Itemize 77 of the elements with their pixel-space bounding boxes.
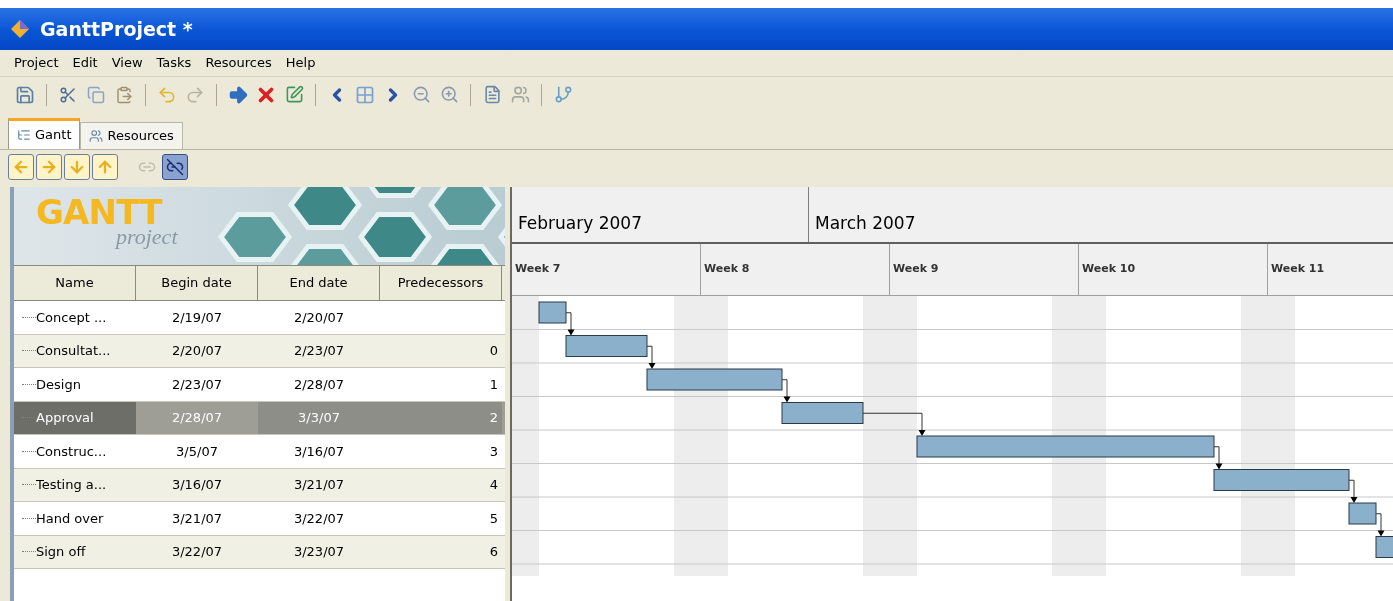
table-row[interactable]: Sign off 3/22/07 3/23/07 6 — [14, 535, 505, 569]
begin-date: 2/28/07 — [171, 409, 223, 427]
table-row[interactable]: Testing a... 3/16/07 3/21/07 4 — [14, 468, 505, 502]
end-date: 3/21/07 — [293, 476, 345, 494]
arrow-down-icon — [68, 158, 86, 176]
tree-icon — [17, 128, 31, 142]
column-header[interactable]: End date — [258, 266, 380, 300]
column-header[interactable]: Predecessors — [380, 266, 502, 300]
task-bar[interactable] — [781, 402, 864, 424]
move-up-button[interactable] — [92, 154, 118, 180]
outdent-button[interactable] — [8, 154, 34, 180]
dependency-arrow — [1375, 513, 1385, 537]
dependency-arrow — [565, 312, 575, 336]
week-label: Week 8 — [701, 244, 890, 295]
task-name: Design — [36, 375, 81, 394]
begin-date: 3/5/07 — [176, 442, 218, 461]
window-title: GanttProject * — [40, 16, 193, 42]
week-label: Week 11 — [1268, 244, 1393, 295]
predecessor-index: 4 — [489, 476, 498, 494]
column-header[interactable]: Name — [14, 266, 136, 300]
arrow-right-icon — [40, 158, 58, 176]
dependency-arrow — [781, 379, 791, 403]
tab[interactable]: Gantt — [8, 118, 81, 149]
indent-button[interactable] — [36, 154, 62, 180]
end-date: 3/16/07 — [293, 442, 345, 461]
task-name: Hand over — [36, 509, 104, 528]
begin-date: 2/23/07 — [171, 375, 223, 394]
end-date: 3/22/07 — [293, 509, 345, 528]
task-name: Concept ... — [36, 308, 107, 327]
task-name: Testing a... — [36, 476, 107, 494]
end-date: 2/23/07 — [293, 342, 345, 360]
menu-item[interactable]: Help — [279, 53, 322, 73]
unlink-icon — [166, 158, 184, 176]
dependency-arrow — [1213, 446, 1223, 470]
menu-item[interactable]: View — [105, 53, 149, 73]
task-bar[interactable] — [565, 335, 648, 357]
unlink-button[interactable] — [162, 154, 188, 180]
begin-date: 3/21/07 — [171, 509, 223, 528]
dependency-arrow — [862, 412, 926, 436]
predecessor-index: 5 — [489, 509, 498, 528]
week-label: Week 10 — [1079, 244, 1268, 295]
column-header[interactable]: Begin date — [136, 266, 258, 300]
predecessor-index: 1 — [489, 375, 498, 394]
people-icon — [89, 129, 104, 143]
week-label: Week 7 — [512, 244, 701, 295]
week-label: Week 9 — [890, 244, 1079, 295]
task-name: Consultat... — [36, 342, 111, 360]
month-label: March 2007 — [809, 187, 1393, 242]
month-label: February 2007 — [512, 187, 809, 242]
predecessor-index: 2 — [489, 409, 498, 427]
begin-date: 3/16/07 — [171, 476, 223, 494]
predecessor-index: 3 — [489, 442, 498, 461]
end-date: 3/23/07 — [293, 543, 345, 561]
move-down-button[interactable] — [64, 154, 90, 180]
task-bar[interactable] — [1375, 536, 1393, 558]
menu-item[interactable]: Resources — [199, 53, 278, 73]
task-name: Construc... — [36, 442, 107, 461]
predecessor-index: 0 — [489, 342, 498, 360]
tab[interactable]: Resources — [80, 122, 183, 149]
predecessor-index: 6 — [489, 543, 498, 561]
begin-date: 2/20/07 — [171, 342, 223, 360]
begin-date: 2/19/07 — [171, 308, 223, 327]
task-name: Sign off — [36, 543, 86, 561]
menu-item[interactable]: Edit — [66, 53, 104, 73]
end-date: 2/20/07 — [293, 308, 345, 327]
begin-date: 3/22/07 — [171, 543, 223, 561]
table-row[interactable]: Approval 2/28/07 3/3/07 2 — [14, 401, 505, 435]
task-name: Approval — [36, 409, 94, 427]
dependency-arrow — [1348, 479, 1358, 503]
end-date: 2/28/07 — [293, 375, 345, 394]
hexagon-pattern-icon — [215, 187, 505, 265]
table-row[interactable]: Consultat... 2/20/07 2/23/07 0 — [14, 334, 505, 368]
end-date: 3/3/07 — [298, 409, 340, 427]
menu-item[interactable]: Tasks — [150, 53, 198, 73]
dependency-arrow — [646, 345, 656, 369]
menu-item[interactable]: Project — [8, 53, 65, 73]
task-bar[interactable] — [1213, 469, 1350, 491]
